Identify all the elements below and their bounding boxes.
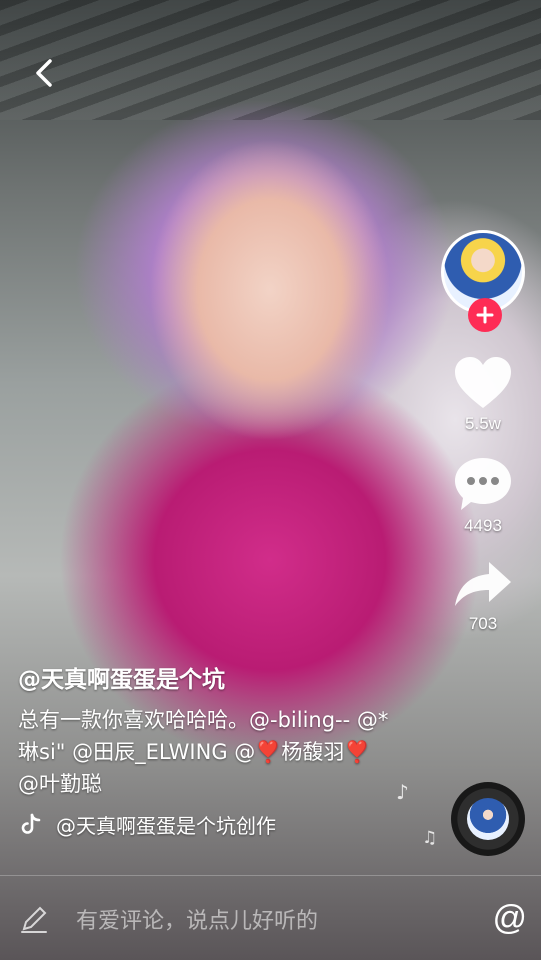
author-name[interactable]: @天真啊蛋蛋是个坑 (18, 660, 398, 694)
like-button[interactable]: 5.5w (453, 356, 513, 434)
action-rail: 5.5w 4493 703 (437, 230, 529, 634)
video-screen[interactable]: 5.5w 4493 703 ♪ ♫ @天真啊蛋蛋是个坑 总有一款你喜欢哈哈哈。@… (0, 0, 541, 960)
comment-count: 4493 (464, 516, 502, 535)
music-row[interactable]: @天真啊蛋蛋是个坑创作 (18, 810, 398, 839)
share-arrow-icon (455, 562, 511, 606)
ceiling-background (0, 0, 541, 120)
music-title: @天真啊蛋蛋是个坑创作 (56, 814, 276, 838)
music-cover (467, 798, 509, 840)
comment-button[interactable]: 4493 (453, 456, 513, 536)
video-caption: @天真啊蛋蛋是个坑 总有一款你喜欢哈哈哈。@-biling-- @*琳si" @… (18, 660, 398, 839)
comment-bar: 有爱评论，说点儿好听的 @ (0, 875, 541, 960)
video-description: 总有一款你喜欢哈哈哈。@-biling-- @*琳si" @田辰_ELWING … (18, 708, 389, 796)
creator-avatar-group (441, 230, 525, 332)
follow-button[interactable] (468, 298, 502, 332)
like-count: 5.5w (465, 414, 501, 433)
heart-icon (455, 357, 511, 408)
plus-icon (476, 306, 494, 324)
share-count: 703 (468, 614, 498, 633)
back-arrow-icon[interactable] (28, 56, 62, 90)
tiktok-note-icon (21, 813, 41, 834)
share-button[interactable]: 703 (453, 558, 513, 634)
comment-bubble-icon (455, 458, 511, 510)
pen-icon (21, 906, 47, 933)
music-note-icon: ♫ (422, 828, 438, 848)
mention-button[interactable]: @ (492, 899, 527, 938)
music-disc[interactable] (451, 782, 525, 856)
comment-input[interactable]: 有爱评论，说点儿好听的 (76, 903, 492, 935)
